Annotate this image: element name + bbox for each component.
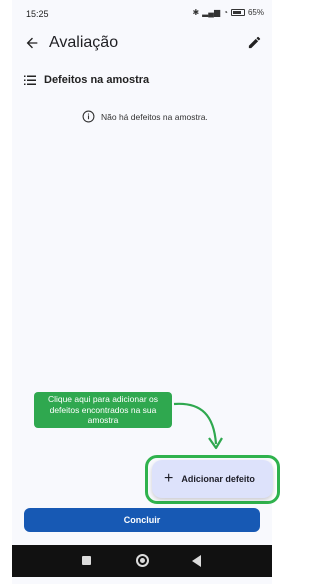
system-nav-bar xyxy=(12,545,272,577)
pencil-icon[interactable] xyxy=(247,35,262,50)
status-icons: ✱ ▂▄▆ ◔ 65% xyxy=(192,8,264,17)
square-icon[interactable] xyxy=(82,556,91,565)
conclude-button[interactable]: Concluir xyxy=(24,508,260,532)
list-icon xyxy=(24,75,36,85)
add-defect-label: Adicionar defeito xyxy=(181,474,255,484)
section-title: Defeitos na amostra xyxy=(44,74,150,86)
battery-level: 65% xyxy=(247,8,264,17)
hint-tooltip: Clique aqui para adicionar os defeitos e… xyxy=(34,392,172,428)
add-defect-button[interactable]: + Adicionar defeito xyxy=(152,460,273,498)
circle-icon[interactable] xyxy=(136,554,149,567)
section-header: Defeitos na amostra xyxy=(24,72,149,88)
triangle-back-icon[interactable] xyxy=(192,555,201,567)
status-bar: 15:25 ✱ ▂▄▆ ◔ 65% xyxy=(12,0,272,30)
battery-icon xyxy=(230,9,245,16)
plus-icon: + xyxy=(164,470,174,487)
empty-state: Não há defeitos na amostra. xyxy=(82,110,208,123)
signal-icon: ▂▄▆ xyxy=(202,8,221,17)
curved-arrow-icon xyxy=(173,402,223,450)
info-icon xyxy=(82,110,95,123)
wifi-icon: ◔ xyxy=(223,8,228,17)
bluetooth-icon: ✱ xyxy=(192,8,200,17)
page-title: Avaliação xyxy=(49,34,119,51)
status-time: 15:25 xyxy=(26,9,49,19)
arrow-left-icon[interactable] xyxy=(24,35,40,51)
empty-state-text: Não há defeitos na amostra. xyxy=(101,111,208,122)
app-bar: Avaliação xyxy=(12,30,272,60)
phone-screen: 15:25 ✱ ▂▄▆ ◔ 65% Avaliação Defeitos na … xyxy=(12,0,280,584)
